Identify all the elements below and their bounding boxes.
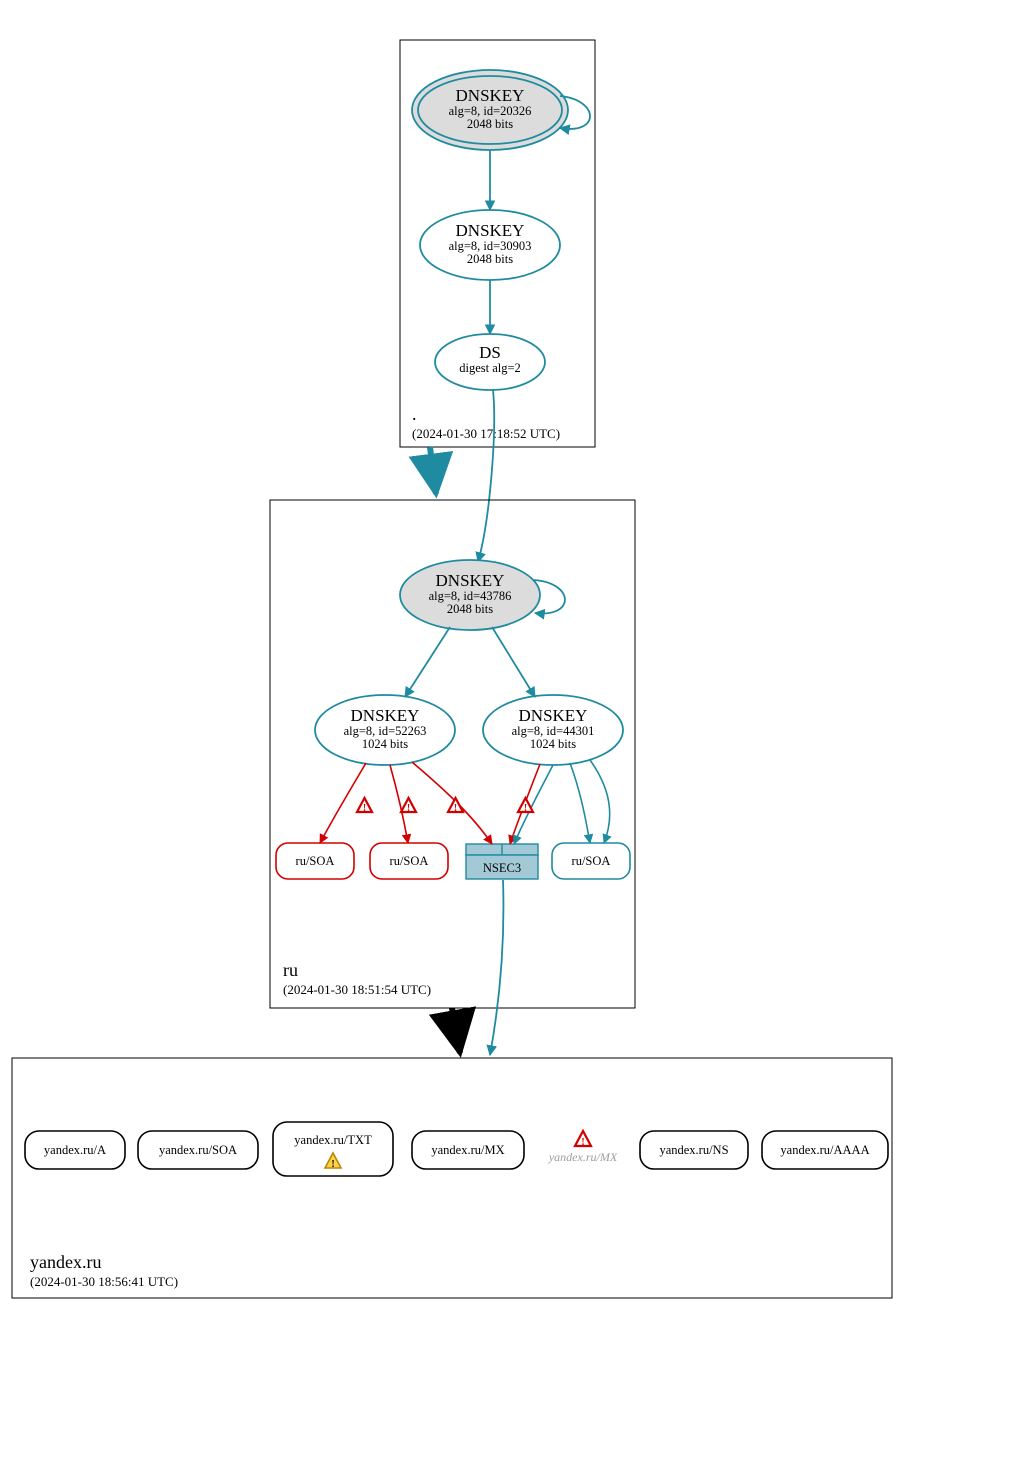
svg-text:yandex.ru/MX: yandex.ru/MX	[548, 1150, 618, 1164]
edge-ru-to-yandex-zone	[452, 1008, 460, 1053]
svg-text:1024 bits: 1024 bits	[530, 737, 576, 751]
warn-icon-1: !	[357, 798, 372, 814]
svg-text:2048 bits: 2048 bits	[467, 252, 513, 266]
edge-nsec3-yandex	[490, 880, 503, 1055]
svg-text:alg=8, id=43786: alg=8, id=43786	[429, 589, 512, 603]
svg-text:DS: DS	[479, 343, 501, 362]
node-yandex-a: yandex.ru/A	[25, 1131, 125, 1169]
zone-ru-label: ru	[283, 960, 298, 980]
zone-root-time: (2024-01-30 17:18:52 UTC)	[412, 426, 560, 441]
svg-text:yandex.ru/A: yandex.ru/A	[44, 1143, 106, 1157]
node-root-ds: DS digest alg=2	[435, 334, 545, 390]
zone-yandex-label: yandex.ru	[30, 1252, 101, 1272]
svg-text:ru/SOA: ru/SOA	[296, 854, 335, 868]
node-ru-zsk1: DNSKEY alg=8, id=52263 1024 bits	[315, 695, 455, 765]
svg-text:DNSKEY: DNSKEY	[456, 221, 525, 240]
node-yandex-txt: yandex.ru/TXT !	[273, 1122, 393, 1176]
zone-root: . (2024-01-30 17:18:52 UTC) DNSKEY alg=8…	[400, 40, 595, 447]
svg-text:2048 bits: 2048 bits	[467, 117, 513, 131]
node-yandex-ns: yandex.ru/NS	[640, 1131, 748, 1169]
svg-text:2048 bits: 2048 bits	[447, 602, 493, 616]
zone-root-label: .	[412, 404, 417, 424]
svg-text:DNSKEY: DNSKEY	[519, 706, 588, 725]
svg-text:yandex.ru/MX: yandex.ru/MX	[431, 1143, 504, 1157]
svg-text:alg=8, id=20326: alg=8, id=20326	[449, 104, 532, 118]
svg-text:!: !	[363, 803, 366, 814]
svg-text:ru/SOA: ru/SOA	[572, 854, 611, 868]
edge-ds-to-ru-ksk	[478, 390, 494, 562]
svg-text:alg=8, id=30903: alg=8, id=30903	[449, 239, 532, 253]
svg-text:NSEC3: NSEC3	[483, 861, 521, 875]
svg-text:!: !	[454, 803, 457, 814]
warn-icon-2: !	[401, 798, 416, 814]
node-yandex-soa: yandex.ru/SOA	[138, 1131, 258, 1169]
edge-zsk2-soa3-a	[570, 763, 590, 843]
edge-ru-ksk-zsk2	[492, 627, 535, 697]
node-yandex-mx-ghost: ! yandex.ru/MX	[548, 1131, 618, 1164]
zone-yandex: yandex.ru (2024-01-30 18:56:41 UTC) yand…	[12, 1058, 892, 1298]
svg-text:!: !	[524, 803, 527, 814]
edge-zsk2-nsec3	[514, 765, 553, 844]
zone-ru-time: (2024-01-30 18:51:54 UTC)	[283, 982, 431, 997]
svg-text:!: !	[581, 1137, 584, 1148]
svg-text:yandex.ru/NS: yandex.ru/NS	[659, 1143, 728, 1157]
warn-icon-3: !	[448, 798, 463, 814]
svg-text:yandex.ru/AAAA: yandex.ru/AAAA	[780, 1143, 869, 1157]
node-root-ksk: DNSKEY alg=8, id=20326 2048 bits	[412, 70, 568, 150]
svg-text:DNSKEY: DNSKEY	[351, 706, 420, 725]
node-ru-nsec3: NSEC3	[466, 844, 538, 879]
edge-ru-ksk-zsk1	[405, 627, 450, 697]
node-ru-zsk2: DNSKEY alg=8, id=44301 1024 bits	[483, 695, 623, 765]
edge-zsk1-soa1	[320, 763, 366, 843]
warn-icon-mx-ghost: !	[575, 1131, 591, 1148]
node-yandex-mx: yandex.ru/MX	[412, 1131, 524, 1169]
svg-text:ru/SOA: ru/SOA	[390, 854, 429, 868]
node-ru-soa2: ru/SOA	[370, 843, 448, 879]
svg-text:alg=8, id=52263: alg=8, id=52263	[344, 724, 427, 738]
svg-text:DNSKEY: DNSKEY	[456, 86, 525, 105]
dnssec-diagram: . (2024-01-30 17:18:52 UTC) DNSKEY alg=8…	[0, 0, 1035, 1482]
zone-yandex-time: (2024-01-30 18:56:41 UTC)	[30, 1274, 178, 1289]
node-ru-ksk: DNSKEY alg=8, id=43786 2048 bits	[400, 560, 540, 630]
node-yandex-aaaa: yandex.ru/AAAA	[762, 1131, 888, 1169]
warn-icon-4: !	[518, 798, 533, 814]
svg-text:yandex.ru/SOA: yandex.ru/SOA	[159, 1143, 237, 1157]
svg-text:!: !	[407, 803, 410, 814]
svg-text:digest alg=2: digest alg=2	[459, 361, 521, 375]
svg-text:yandex.ru/TXT: yandex.ru/TXT	[294, 1133, 372, 1147]
node-root-zsk: DNSKEY alg=8, id=30903 2048 bits	[420, 210, 560, 280]
edge-root-to-ru-zone	[430, 447, 436, 494]
node-ru-soa3: ru/SOA	[552, 843, 630, 879]
zone-ru: ru (2024-01-30 18:51:54 UTC) DNSKEY alg=…	[270, 500, 635, 1008]
svg-text:1024 bits: 1024 bits	[362, 737, 408, 751]
node-ru-soa1: ru/SOA	[276, 843, 354, 879]
svg-text:!: !	[331, 1159, 334, 1170]
edge-zsk2-soa3-b	[590, 760, 610, 843]
svg-text:alg=8, id=44301: alg=8, id=44301	[512, 724, 595, 738]
svg-text:DNSKEY: DNSKEY	[436, 571, 505, 590]
